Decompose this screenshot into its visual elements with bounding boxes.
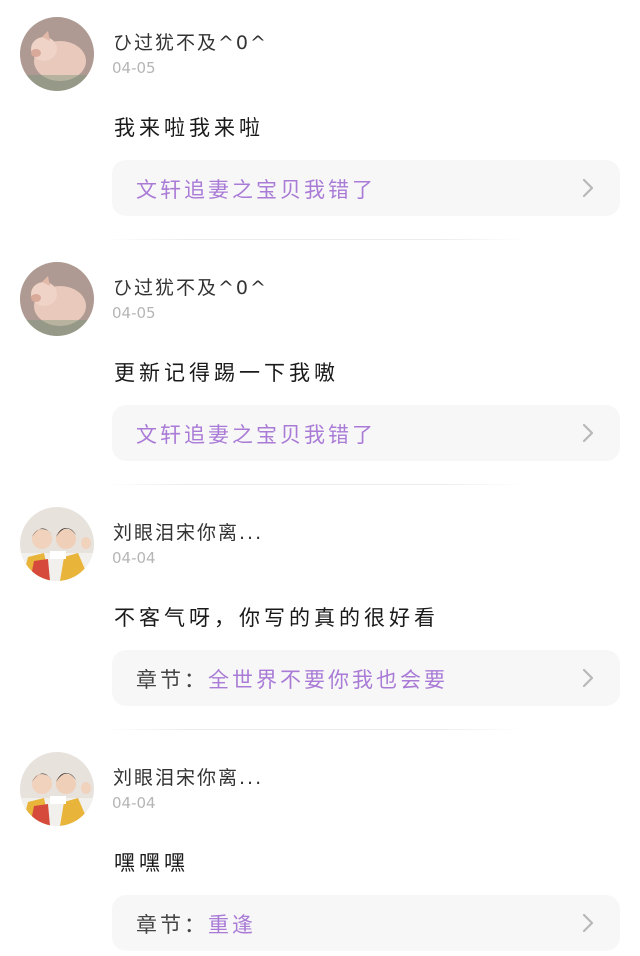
source-text: 章节：全世界不要你我也会要 — [136, 664, 448, 694]
source-title: 重逢 — [208, 913, 256, 937]
comment-date: 04-05 — [112, 304, 156, 322]
avatar[interactable] — [20, 17, 94, 91]
source-text: 章节：重逢 — [136, 909, 256, 939]
source-link-card[interactable]: 文轩追妻之宝贝我错了 — [112, 405, 620, 461]
divider — [105, 729, 523, 730]
source-prefix: 章节： — [136, 668, 208, 692]
source-link-card[interactable]: 章节：全世界不要你我也会要 — [112, 650, 620, 706]
comment-item: 刘眼泪宋你离... 04-04 不客气呀，你写的真的很好看 章节：全世界不要你我… — [0, 490, 640, 735]
comment-date: 04-05 — [112, 59, 156, 77]
source-text: 文轩追妻之宝贝我错了 — [136, 419, 376, 449]
comment-text: 不客气呀，你写的真的很好看 — [114, 606, 439, 630]
comment-item: ひ过犹不及^0^ 04-05 更新记得踢一下我嗷 文轩追妻之宝贝我错了 — [0, 245, 640, 490]
avatar[interactable] — [20, 752, 94, 826]
piglet-avatar-image — [20, 17, 94, 91]
comment-feed: ひ过犹不及^0^ 04-05 我来啦我来啦 文轩追妻之宝贝我错了 ひ过犹不及^0… — [0, 0, 640, 956]
piglet-avatar-image — [20, 262, 94, 336]
chevron-right-icon — [582, 913, 594, 933]
bottom-fade — [0, 948, 640, 956]
avatar[interactable] — [20, 507, 94, 581]
comment-text: 我来啦我来啦 — [114, 116, 264, 140]
source-prefix: 章节： — [136, 913, 208, 937]
source-title: 文轩追妻之宝贝我错了 — [136, 178, 376, 202]
source-title: 文轩追妻之宝贝我错了 — [136, 423, 376, 447]
username[interactable]: ひ过犹不及^0^ — [113, 273, 268, 300]
username[interactable]: ひ过犹不及^0^ — [113, 28, 268, 55]
comment-date: 04-04 — [112, 794, 156, 812]
source-link-card[interactable]: 章节：重逢 — [112, 895, 620, 951]
divider — [105, 484, 523, 485]
username[interactable]: 刘眼泪宋你离... — [113, 518, 263, 545]
two-boys-avatar-image — [20, 507, 94, 581]
source-text: 文轩追妻之宝贝我错了 — [136, 174, 376, 204]
comment-date: 04-04 — [112, 549, 156, 567]
avatar[interactable] — [20, 262, 94, 336]
source-title: 全世界不要你我也会要 — [208, 668, 448, 692]
comment-item: 刘眼泪宋你离... 04-04 嘿嘿嘿 章节：重逢 — [0, 735, 640, 956]
chevron-right-icon — [582, 178, 594, 198]
comment-text: 更新记得踢一下我嗷 — [114, 361, 339, 385]
comment-item: ひ过犹不及^0^ 04-05 我来啦我来啦 文轩追妻之宝贝我错了 — [0, 0, 640, 245]
divider — [105, 239, 523, 240]
source-link-card[interactable]: 文轩追妻之宝贝我错了 — [112, 160, 620, 216]
username[interactable]: 刘眼泪宋你离... — [113, 763, 263, 790]
chevron-right-icon — [582, 668, 594, 688]
chevron-right-icon — [582, 423, 594, 443]
comment-text: 嘿嘿嘿 — [114, 851, 189, 875]
two-boys-avatar-image — [20, 752, 94, 826]
